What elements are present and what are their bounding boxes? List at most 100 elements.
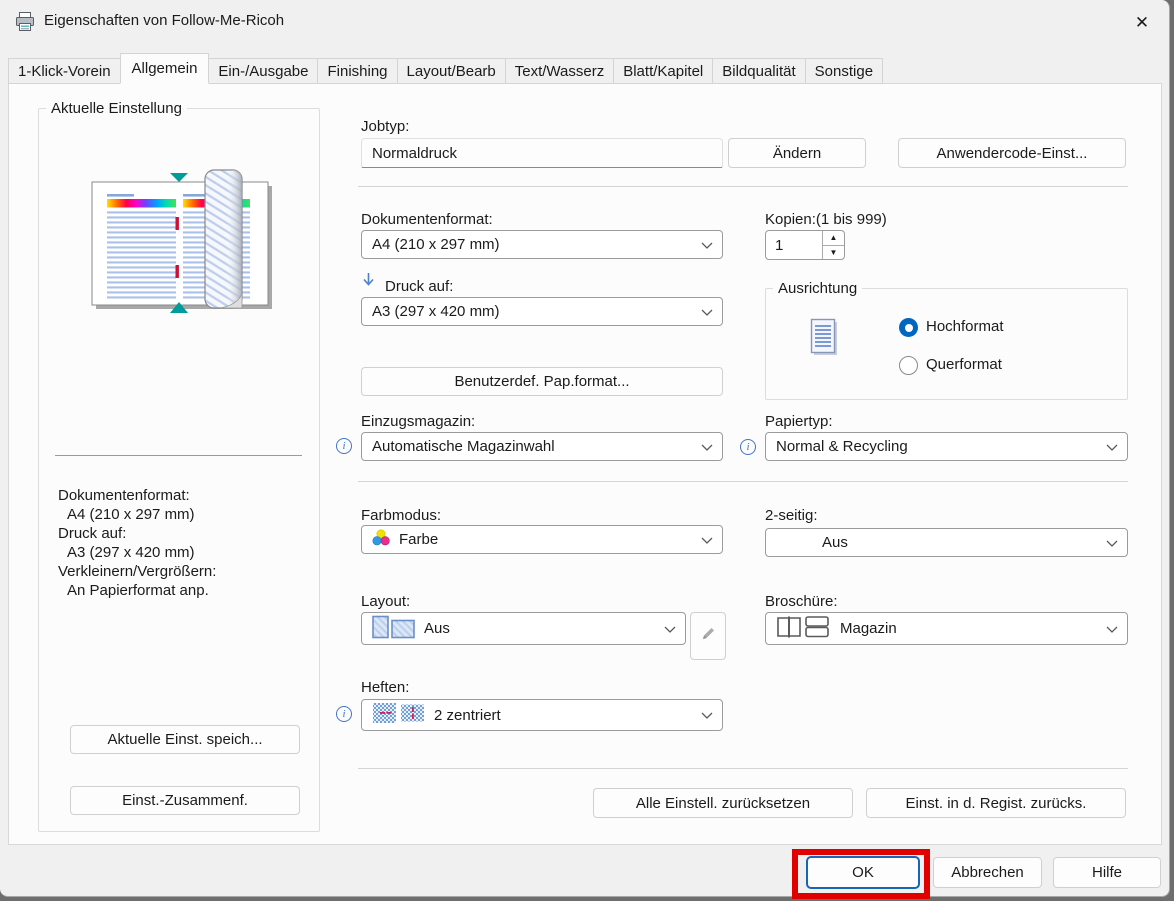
staple-pages-icon xyxy=(372,701,426,729)
staple-mark xyxy=(176,217,179,230)
tab-text-wasserz[interactable]: Text/Wasserz xyxy=(505,58,614,84)
color-cmy-icon xyxy=(372,529,391,550)
staple-info-icon[interactable]: i xyxy=(336,706,352,722)
title-bar: Eigenschaften von Follow-Me-Ricoh ✕ xyxy=(0,0,1169,45)
portrait-page-icon xyxy=(808,318,840,365)
feed-direction-arrow-top xyxy=(170,173,188,182)
print-preview-image xyxy=(50,150,305,330)
duplex-value: Aus xyxy=(822,534,848,551)
chevron-down-icon xyxy=(701,707,713,724)
duplex-label: 2-seitig: xyxy=(765,507,818,524)
copies-stepper[interactable]: 1 ▲ ▼ xyxy=(765,230,845,260)
paper-type-select[interactable]: Normal & Recycling xyxy=(765,432,1128,461)
layout-edit-button[interactable] xyxy=(690,612,726,660)
booklet-label: Broschüre: xyxy=(765,593,838,610)
summary-scaling-label: Verkleinern/Vergrößern: xyxy=(58,562,216,581)
tab-bildqualitaet[interactable]: Bildqualität xyxy=(712,58,805,84)
paper-type-value: Normal & Recycling xyxy=(776,438,908,455)
staple-value: 2 zentriert xyxy=(434,707,501,724)
tab-1-klick-vorein[interactable]: 1-Klick-Vorein xyxy=(8,58,121,84)
chevron-down-icon xyxy=(701,438,713,455)
chevron-down-icon xyxy=(701,236,713,253)
divider-1 xyxy=(358,186,1128,187)
input-tray-select[interactable]: Automatische Magazinwahl xyxy=(361,432,723,461)
reset-all-settings-button[interactable]: Alle Einstell. zurücksetzen xyxy=(593,788,853,818)
staple-mark xyxy=(176,265,179,278)
close-button[interactable]: ✕ xyxy=(1127,8,1157,38)
change-jobtype-button[interactable]: Ändern xyxy=(728,138,866,168)
scale-down-arrow-icon xyxy=(361,271,376,295)
document-format-select[interactable]: A4 (210 x 297 mm) xyxy=(361,230,723,259)
color-mode-value: Farbe xyxy=(399,531,438,548)
input-tray-label: Einzugsmagazin: xyxy=(361,413,475,430)
summary-docformat-value: A4 (210 x 297 mm) xyxy=(58,505,216,524)
screen-background: Eigenschaften von Follow-Me-Ricoh ✕ 1-Kl… xyxy=(0,0,1174,901)
booklet-magazine-icon xyxy=(776,614,832,644)
chevron-down-icon xyxy=(1106,620,1118,637)
cancel-button[interactable]: Abbrechen xyxy=(933,857,1042,888)
custom-paper-size-button[interactable]: Benutzerdef. Pap.format... xyxy=(361,367,723,396)
booklet-select[interactable]: Magazin xyxy=(765,612,1128,645)
staple-label: Heften: xyxy=(361,679,409,696)
portrait-radio-label: Hochformat xyxy=(926,318,1004,335)
color-mode-label: Farbmodus: xyxy=(361,507,441,524)
help-button[interactable]: Hilfe xyxy=(1053,857,1161,888)
tab-allgemein[interactable]: Allgemein xyxy=(120,53,210,84)
copies-up-button[interactable]: ▲ xyxy=(823,231,844,246)
chevron-down-icon xyxy=(1106,534,1118,551)
paper-type-info-icon[interactable]: i xyxy=(740,439,756,455)
tab-ein-ausgabe[interactable]: Ein-/Ausgabe xyxy=(208,58,318,84)
summary-printon-value: A3 (297 x 420 mm) xyxy=(58,543,216,562)
chevron-down-icon xyxy=(701,303,713,320)
tab-strip: 1-Klick-Vorein Allgemein Ein-/Ausgabe Fi… xyxy=(8,53,883,84)
layout-select[interactable]: Aus xyxy=(361,612,686,645)
printer-properties-dialog: Eigenschaften von Follow-Me-Ricoh ✕ 1-Kl… xyxy=(0,0,1170,897)
window-title: Eigenschaften von Follow-Me-Ricoh xyxy=(44,12,284,29)
layout-value: Aus xyxy=(424,620,450,637)
input-tray-info-icon[interactable]: i xyxy=(336,438,352,454)
summary-printon-label: Druck auf: xyxy=(58,524,216,543)
booklet-value: Magazin xyxy=(840,620,897,637)
layout-label: Layout: xyxy=(361,593,410,610)
print-on-value: A3 (297 x 420 mm) xyxy=(372,303,500,320)
summary-scaling-value: An Papierformat anp. xyxy=(58,581,216,600)
divider-2 xyxy=(358,481,1128,482)
settings-summary: Dokumentenformat: A4 (210 x 297 mm) Druc… xyxy=(58,486,216,600)
chevron-down-icon xyxy=(701,531,713,548)
left-panel-divider xyxy=(55,455,302,456)
paper-type-label: Papiertyp: xyxy=(765,413,833,430)
tab-sonstige[interactable]: Sonstige xyxy=(805,58,883,84)
ok-button[interactable]: OK xyxy=(806,856,920,889)
orientation-group-title: Ausrichtung xyxy=(773,280,862,297)
curled-page xyxy=(205,170,242,308)
divider-3 xyxy=(358,768,1128,769)
landscape-radio-label: Querformat xyxy=(926,356,1002,373)
copies-label: Kopien:(1 bis 999) xyxy=(765,211,887,228)
color-mode-select[interactable]: Farbe xyxy=(361,525,723,554)
staple-select[interactable]: 2 zentriert xyxy=(361,699,723,731)
chevron-down-icon xyxy=(664,620,676,637)
pencil-icon xyxy=(699,625,717,647)
usercode-settings-button[interactable]: Anwendercode-Einst... xyxy=(898,138,1126,168)
print-on-label: Druck auf: xyxy=(385,278,453,295)
jobtype-label: Jobtyp: xyxy=(361,118,409,135)
save-current-settings-button[interactable]: Aktuelle Einst. speich... xyxy=(70,725,300,754)
tab-finishing[interactable]: Finishing xyxy=(317,58,397,84)
tab-blatt-kapitel[interactable]: Blatt/Kapitel xyxy=(613,58,713,84)
tab-layout-bearb[interactable]: Layout/Bearb xyxy=(397,58,506,84)
landscape-radio[interactable] xyxy=(899,356,918,375)
input-tray-value: Automatische Magazinwahl xyxy=(372,438,555,455)
summary-docformat-label: Dokumentenformat: xyxy=(58,486,216,505)
printer-icon xyxy=(14,11,36,38)
jobtype-input[interactable]: Normaldruck xyxy=(361,138,723,168)
print-on-select[interactable]: A3 (297 x 420 mm) xyxy=(361,297,723,326)
portrait-radio[interactable] xyxy=(899,318,918,337)
layout-pages-icon xyxy=(372,615,416,643)
settings-summary-button[interactable]: Einst.-Zusammenf. xyxy=(70,786,300,815)
copies-down-button[interactable]: ▼ xyxy=(823,246,844,260)
duplex-select[interactable]: Aus xyxy=(765,528,1128,557)
copies-value[interactable]: 1 xyxy=(766,231,822,259)
document-format-label: Dokumentenformat: xyxy=(361,211,493,228)
reset-register-settings-button[interactable]: Einst. in d. Regist. zurücks. xyxy=(866,788,1126,818)
chevron-down-icon xyxy=(1106,438,1118,455)
